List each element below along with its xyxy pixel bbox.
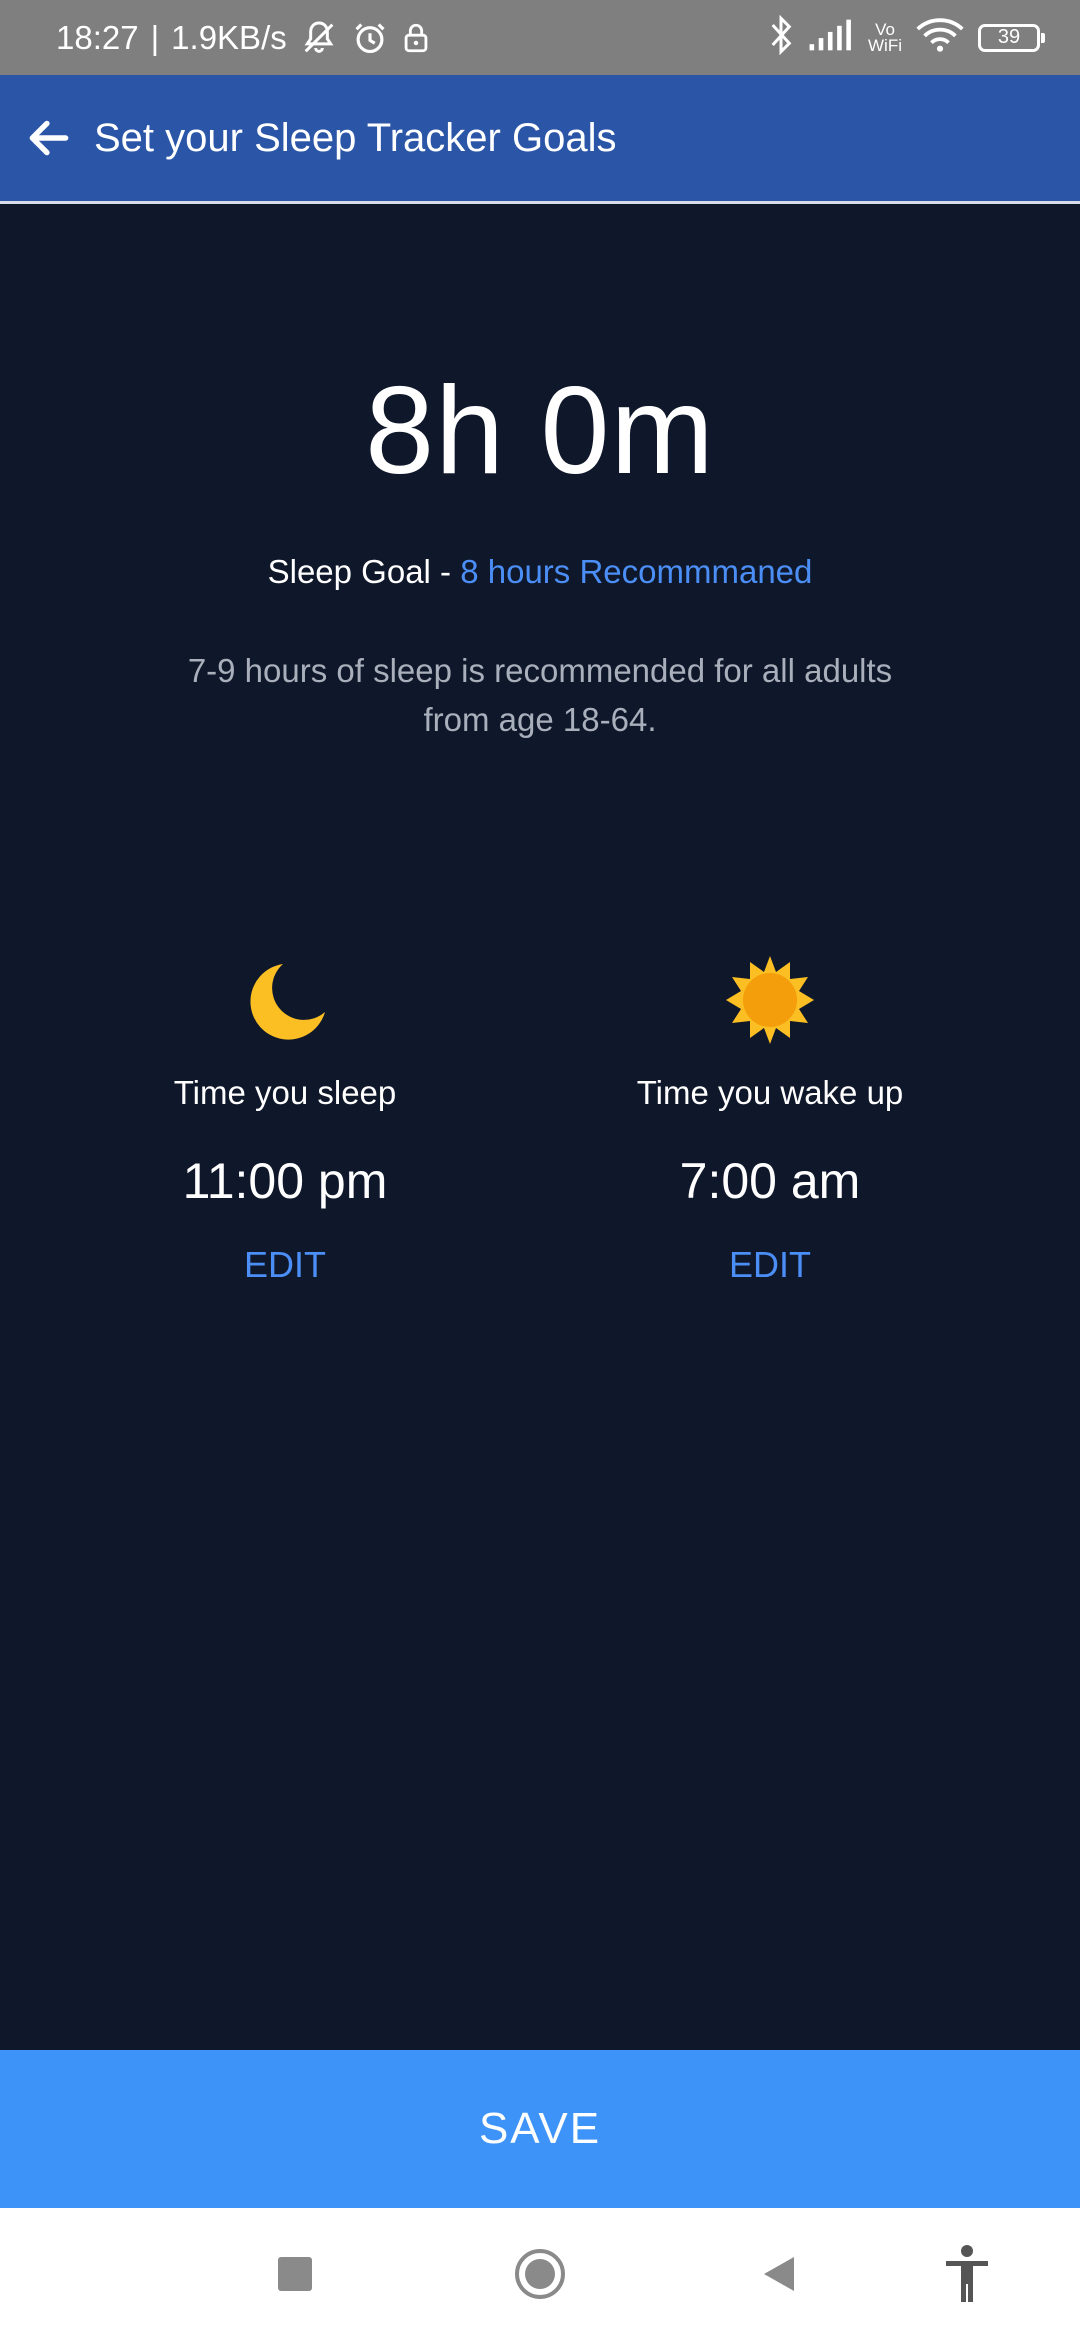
status-separator: | <box>150 18 160 56</box>
lock-icon <box>401 21 431 55</box>
edit-wake-time-button[interactable]: EDIT <box>729 1244 811 1286</box>
sleep-goal-label: Sleep Goal - <box>267 553 461 590</box>
status-bar: 18:27 | 1.9KB/s Vo WiFi 39 <box>0 0 1080 75</box>
recommendation-text: 7-9 hours of sleep is recommended for al… <box>187 652 893 738</box>
back-nav-button[interactable] <box>730 2208 830 2340</box>
save-button[interactable]: SAVE <box>0 2050 1080 2208</box>
page-title: Set your Sleep Tracker Goals <box>94 115 617 160</box>
sleep-time-value: 11:00 pm <box>182 1153 388 1209</box>
circle-icon <box>515 2249 565 2299</box>
accessibility-button[interactable] <box>917 2208 1017 2340</box>
mute-notifications-icon <box>299 18 339 58</box>
sleep-time-section: Time you sleep 11:00 pm EDIT <box>75 950 495 1286</box>
battery-level: 39 <box>997 26 1021 48</box>
vowifi-bottom: WiFi <box>868 35 902 55</box>
screen: 18:27 | 1.9KB/s Vo WiFi 39 Set your Slee… <box>0 0 1080 2340</box>
wifi-icon <box>916 17 964 58</box>
battery-icon: 39 <box>978 23 1045 52</box>
status-left: 18:27 | 1.9KB/s <box>56 0 431 75</box>
home-button[interactable] <box>490 2208 590 2340</box>
arrow-left-icon <box>29 120 69 156</box>
bluetooth-icon <box>768 14 794 60</box>
vowifi-indicator: Vo WiFi <box>868 21 902 55</box>
wake-time-section: Time you wake up 7:00 am EDIT <box>560 950 980 1286</box>
accessibility-icon <box>946 2245 988 2302</box>
edit-sleep-time-button[interactable]: EDIT <box>244 1244 326 1286</box>
sleep-goal-line: Sleep Goal - 8 hours Recommmaned <box>0 553 1080 591</box>
sun-icon <box>726 956 814 1044</box>
triangle-back-icon <box>764 2257 794 2291</box>
recent-apps-button[interactable] <box>245 2208 345 2340</box>
square-icon <box>278 2257 312 2291</box>
navigation-bar <box>0 2208 1080 2340</box>
sleep-duration: 8h 0m <box>365 362 715 500</box>
status-right: Vo WiFi 39 <box>768 0 1045 75</box>
app-bar: Set your Sleep Tracker Goals <box>0 75 1080 204</box>
wake-time-value: 7:00 am <box>679 1153 861 1209</box>
status-net-speed: 1.9KB/s <box>171 18 287 56</box>
signal-icon <box>808 18 854 57</box>
sleep-goal-recommendation: 8 hours Recommmaned <box>460 553 813 590</box>
wake-time-label: Time you wake up <box>636 1074 904 1111</box>
alarm-icon <box>351 19 389 57</box>
back-button[interactable] <box>14 103 84 173</box>
moon-icon <box>250 964 325 1040</box>
status-time: 18:27 <box>56 18 139 56</box>
sleep-time-label: Time you sleep <box>173 1074 397 1111</box>
